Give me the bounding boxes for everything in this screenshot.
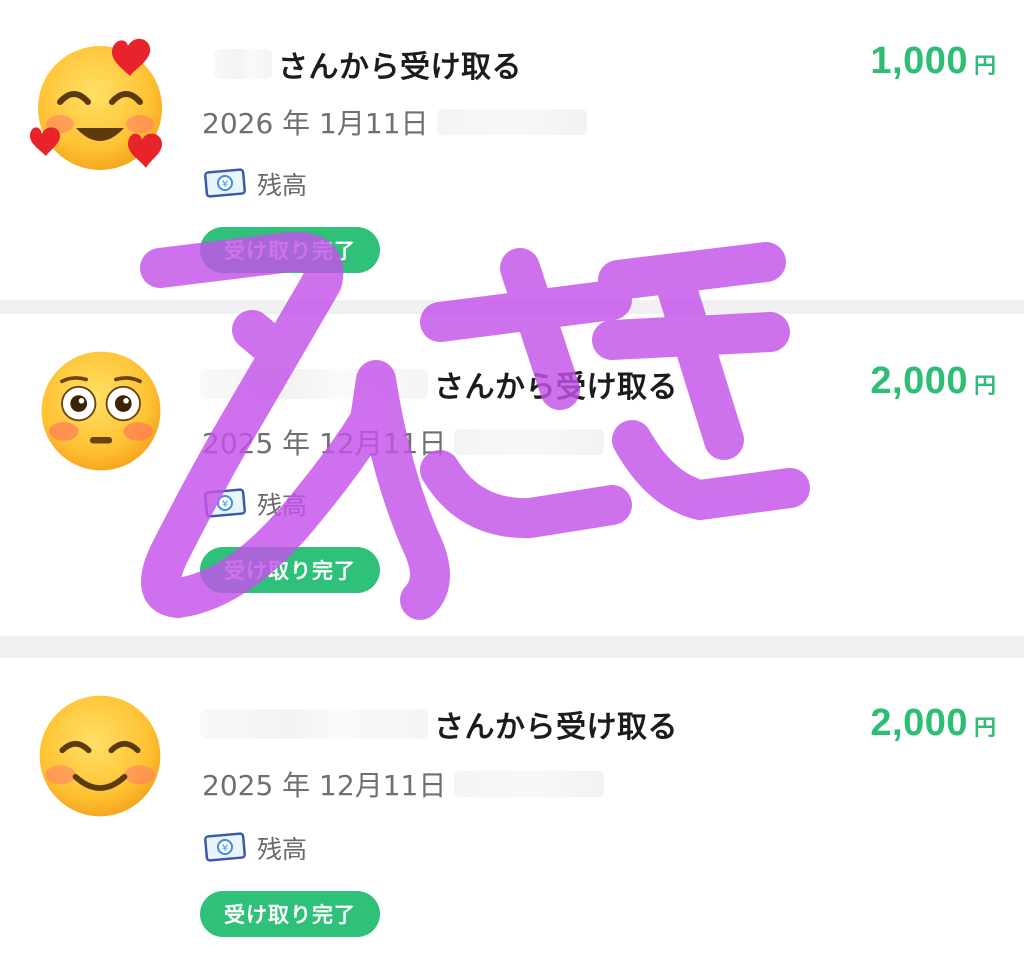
amount-value: 2,000 [870,360,968,402]
transaction-date-text: 2025 年 12月11日 [202,769,447,802]
transaction-amount: 2,000 円 [870,702,996,745]
svg-text:¥: ¥ [222,499,228,510]
currency-unit: 円 [973,716,996,741]
payment-source-label: 残高 [257,835,308,864]
redacted-time [454,429,605,455]
avatar-smiling-face-with-hearts-emoji [30,36,170,176]
payment-source-label: 残高 [257,491,308,520]
payment-source: ¥ 残高 [203,828,307,868]
currency-unit: 円 [973,54,996,79]
transaction-item[interactable]: さんから受け取る 2026 年 1月11日 ¥ 残高 受け取り完了 1,000 … [0,30,1024,330]
status-badge: 受け取り完了 [200,891,380,937]
transaction-date: 2026 年 1月11日 [202,102,587,142]
transaction-amount: 1,000 円 [870,40,996,83]
transaction-date-text: 2026 年 1月11日 [202,107,429,140]
avatar-smiling-face-emoji [34,690,166,822]
status-badge: 受け取り完了 [200,547,380,593]
payment-source: ¥ 残高 [203,484,307,524]
redacted-sender-name [200,709,428,739]
redacted-time [436,109,587,135]
redacted-time [454,771,605,797]
transaction-item[interactable]: さんから受け取る 2025 年 12月11日 ¥ 残高 受け取り完了 2,000… [0,322,1024,622]
transaction-title-text: さんから受け取る [278,50,522,85]
transaction-title-text: さんから受け取る [434,710,678,745]
currency-unit: 円 [973,374,996,399]
transaction-title-text: さんから受け取る [434,370,678,405]
redacted-sender-name [214,49,272,79]
avatar-flushed-face-emoji [36,346,166,476]
transaction-date: 2025 年 12月11日 [202,422,605,462]
svg-text:¥: ¥ [222,843,228,854]
amount-value: 1,000 [870,40,968,82]
transaction-date: 2025 年 12月11日 [202,764,605,804]
transaction-title: さんから受け取る [200,702,678,746]
transaction-item[interactable]: さんから受け取る 2025 年 12月11日 ¥ 残高 受け取り完了 2,000… [0,660,1024,960]
yen-bill-icon: ¥ [204,488,246,518]
transaction-amount: 2,000 円 [870,360,996,403]
amount-value: 2,000 [870,702,968,744]
transaction-date-text: 2025 年 12月11日 [202,427,447,460]
svg-text:¥: ¥ [222,179,228,190]
transaction-title: さんから受け取る [200,362,678,406]
yen-bill-icon: ¥ [204,832,246,862]
card-separator [0,636,1024,658]
transaction-title: さんから受け取る [200,42,522,86]
redacted-sender-name [200,369,428,399]
payment-source-label: 残高 [257,171,308,200]
status-badge: 受け取り完了 [200,227,380,273]
yen-bill-icon: ¥ [204,168,246,198]
payment-source: ¥ 残高 [203,164,307,204]
